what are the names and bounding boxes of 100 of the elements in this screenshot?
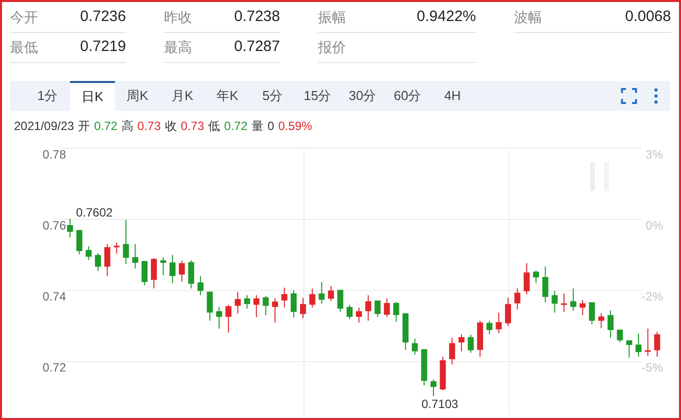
- candle: [309, 288, 316, 308]
- candle: [486, 320, 492, 335]
- summary-value: 0.72: [94, 118, 118, 135]
- candle: [337, 289, 344, 312]
- quote-label: 昨收: [164, 8, 192, 27]
- candle: [160, 256, 166, 276]
- candle: [178, 260, 185, 282]
- y-axis-label: 0.78: [42, 147, 66, 162]
- candle: [449, 337, 456, 365]
- candle: [552, 290, 558, 314]
- candle: [608, 310, 614, 338]
- period-tab[interactable]: 1分: [25, 81, 70, 111]
- candle: [150, 258, 157, 289]
- candle: [253, 294, 260, 318]
- candle: [94, 252, 101, 272]
- candle: [440, 356, 446, 391]
- fullscreen-icon[interactable]: [621, 88, 637, 104]
- percent-axis-label: -2%: [642, 290, 663, 304]
- candle: [514, 288, 520, 310]
- candle: [86, 246, 92, 260]
- percent-axis-label: -5%: [642, 360, 663, 375]
- period-tab[interactable]: 4H: [430, 81, 475, 111]
- quote-value: 0.9422%: [416, 7, 476, 28]
- period-tab[interactable]: 30分: [340, 81, 385, 111]
- candle: [104, 243, 110, 276]
- summary-date: 2021/09/23: [14, 118, 74, 135]
- candle: [458, 334, 464, 352]
- candle: [616, 329, 623, 343]
- candle: [67, 218, 73, 238]
- candle: [197, 275, 204, 296]
- period-tab[interactable]: 年K: [205, 81, 250, 111]
- y-axis-label: 0.74: [42, 290, 66, 304]
- candle: [636, 333, 642, 358]
- price-annotation: 0.7103: [421, 397, 458, 412]
- candle: [421, 348, 428, 386]
- candle: [290, 290, 297, 318]
- period-tab[interactable]: 5分: [250, 81, 295, 111]
- candle: [496, 312, 502, 334]
- candle: [225, 304, 232, 333]
- candle: [626, 340, 632, 358]
- summary-value: 0.72: [224, 118, 248, 135]
- price-annotation: 0.7602: [76, 206, 113, 220]
- candle: [374, 300, 381, 318]
- candle: [132, 243, 138, 269]
- candle: [300, 298, 306, 319]
- quote-value: 0.7236: [80, 7, 126, 28]
- y-axis-label: 0.76: [42, 218, 66, 232]
- summary-label: 开: [78, 118, 90, 135]
- summary-label: 量: [252, 118, 264, 135]
- quote-value: 0.7287: [234, 37, 280, 58]
- candle: [234, 291, 241, 314]
- candle: [384, 298, 390, 318]
- candle: [542, 266, 548, 303]
- summary-label: 低: [208, 118, 220, 135]
- period-tab[interactable]: 周K: [115, 81, 160, 111]
- candle: [318, 282, 325, 304]
- summary-value: 0.73: [180, 118, 204, 135]
- summary-label: 收: [164, 118, 177, 135]
- summary-label: 高: [121, 118, 134, 135]
- quote-value: 0.0068: [625, 7, 671, 28]
- candle: [402, 312, 409, 350]
- candle: [412, 338, 418, 356]
- period-tab[interactable]: 日K: [70, 81, 115, 111]
- candle: [560, 292, 567, 312]
- candle: [281, 287, 288, 308]
- candle: [654, 331, 660, 358]
- candle: [468, 334, 474, 354]
- candle: [346, 304, 353, 320]
- quote-label: 最低: [10, 38, 38, 57]
- summary-value: 0.73: [137, 118, 161, 135]
- candle: [365, 294, 372, 322]
- candle: [644, 328, 651, 356]
- period-tab[interactable]: 60分: [385, 81, 430, 111]
- candle: [328, 285, 334, 302]
- candle: [114, 242, 120, 254]
- candle: [477, 320, 484, 358]
- candle: [430, 378, 436, 397]
- more-vertical-icon[interactable]: [654, 88, 658, 104]
- candle: [262, 295, 269, 316]
- quote-label: 报价: [318, 38, 346, 57]
- candle: [393, 301, 400, 322]
- quote-label: 最高: [164, 38, 192, 57]
- candle: [206, 291, 213, 322]
- quote-value: 0.7238: [234, 7, 280, 28]
- candle: [244, 294, 250, 310]
- y-axis-label: 0.72: [42, 360, 66, 375]
- candle: [570, 288, 576, 312]
- candle: [122, 219, 129, 264]
- percent-axis-label: 3%: [646, 147, 663, 162]
- period-tab[interactable]: 月K: [160, 81, 205, 111]
- candle: [524, 262, 530, 295]
- candle: [356, 307, 362, 324]
- candle: [588, 302, 595, 325]
- period-tab[interactable]: 15分: [295, 81, 340, 111]
- candle: [580, 300, 586, 316]
- summary-value: 0.59%: [278, 118, 312, 135]
- candle: [170, 254, 176, 284]
- quote-value: 0.7219: [80, 37, 126, 58]
- candle: [76, 230, 82, 255]
- quote-label: 今开: [10, 8, 38, 27]
